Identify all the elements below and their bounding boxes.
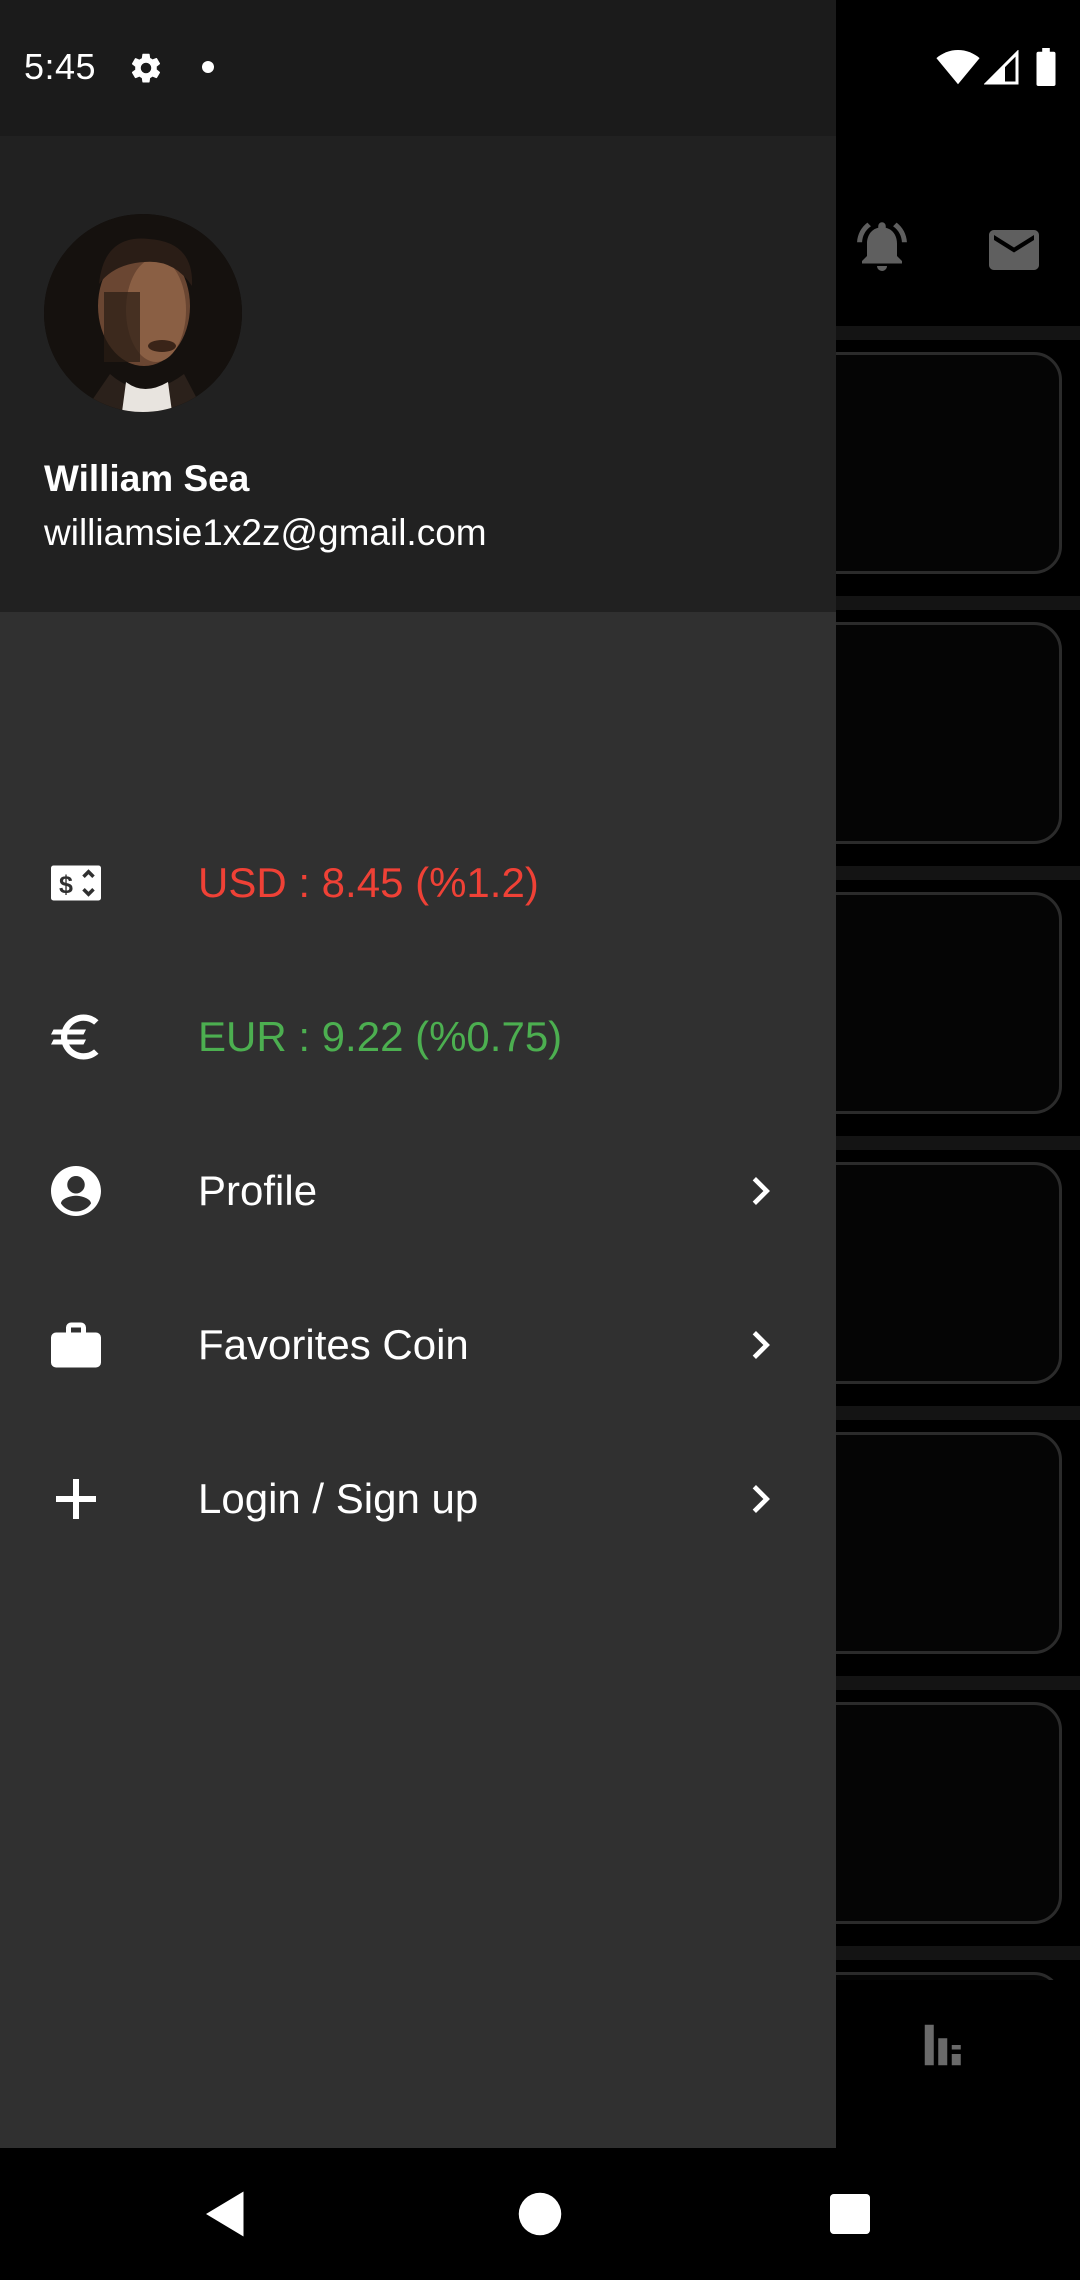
navigation-drawer: William Sea williamsie1x2z@gmail.com $ U… [0,136,836,2148]
svg-text:$: $ [59,871,73,899]
bell-icon[interactable] [852,216,912,276]
recents-icon[interactable] [820,2184,880,2244]
briefcase-icon [51,1322,101,1368]
eur-rate-label: EUR : 9.22 (%0.75) [198,1013,563,1060]
status-bar-right [836,0,1080,136]
signal-icon [984,50,1019,85]
favorites-coin-label: Favorites Coin [198,1321,469,1368]
status-bar: 5:45 [0,0,836,136]
notification-dot [202,61,214,73]
menu-item-usd-rate[interactable]: $ USD : 8.45 (%1.2) [0,808,836,958]
avatar[interactable] [44,214,242,412]
profile-label: Profile [198,1167,318,1214]
system-nav-bar [0,2148,1080,2280]
back-icon[interactable] [196,2184,256,2244]
status-time: 5:45 [24,46,97,87]
login-signup-label: Login / Sign up [198,1475,479,1522]
dollar-card-icon: $ [51,865,101,901]
usd-rate-label: USD : 8.45 (%1.2) [198,859,539,906]
home-icon[interactable] [510,2184,570,2244]
account-circle-icon [51,1166,101,1216]
settings-icon [131,53,161,83]
plus-icon [56,1479,96,1519]
stats-icon[interactable] [918,2018,972,2072]
menu-item-favorites-coin[interactable]: Favorites Coin [0,1270,836,1420]
wifi-icon [936,50,980,85]
drawer-header: William Sea williamsie1x2z@gmail.com [0,136,836,612]
euro-icon [51,1014,99,1060]
chevron-right-icon [752,1177,770,1205]
chevron-right-icon [752,1331,770,1359]
chevron-right-icon [752,1485,770,1513]
battery-icon [1036,48,1056,86]
avatar-portrait [44,214,242,412]
menu-item-login-signup[interactable]: Login / Sign up [0,1424,836,1574]
mail-icon[interactable] [984,220,1044,280]
menu-item-eur-rate[interactable]: EUR : 9.22 (%0.75) [0,962,836,1112]
user-name: William Sea [44,458,250,499]
user-email: williamsie1x2z@gmail.com [44,512,487,553]
menu-item-profile[interactable]: Profile [0,1116,836,1266]
